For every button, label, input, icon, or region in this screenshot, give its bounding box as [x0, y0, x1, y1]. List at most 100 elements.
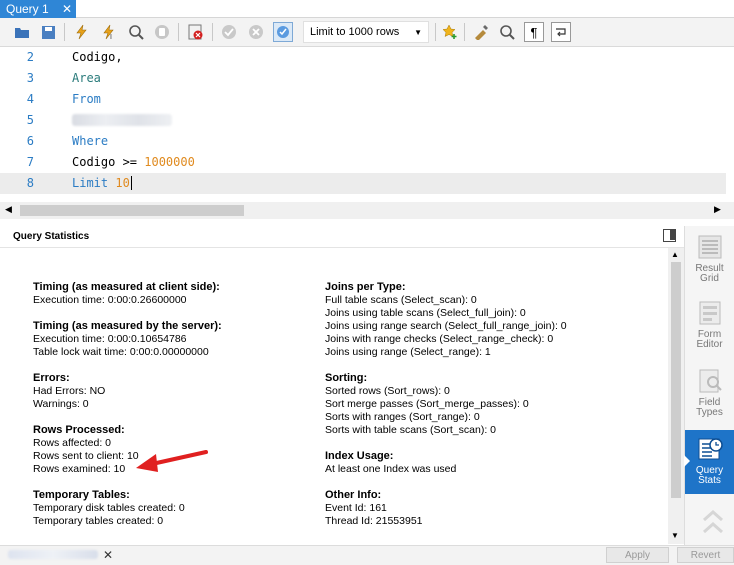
execute-current-icon[interactable]: I — [99, 22, 119, 42]
editor-line: 4 From — [0, 89, 726, 110]
stats-title: Query Statistics — [13, 231, 90, 242]
editor-line: 6 Where — [0, 131, 726, 152]
tab-close-icon[interactable]: ✕ — [62, 2, 72, 16]
stats-value: Sort merge passes (Sort_merge_passes): 0 — [325, 398, 529, 410]
bookmark-add-icon[interactable] — [440, 22, 460, 42]
scroll-left-icon[interactable]: ◀ — [5, 204, 12, 215]
stats-value: Warnings: 0 — [33, 398, 89, 410]
chevron-down-icon: ▼ — [414, 27, 422, 37]
toolbar: I Limit to 1000 rows ▼ ¶ — [0, 18, 734, 47]
stats-section-heading: Other Info: — [325, 489, 382, 501]
annotation-arrow — [136, 450, 208, 472]
chevron-scroll-icon[interactable] — [700, 508, 726, 538]
sidebar-item-field-types[interactable]: Field Types — [685, 362, 734, 426]
stats-section-heading: Sorting: — [325, 372, 368, 384]
stats-value: Thread Id: 21553951 — [325, 515, 423, 527]
code-text-redacted — [72, 110, 172, 131]
stats-header — [0, 226, 684, 248]
execute-icon[interactable] — [72, 22, 92, 42]
scroll-thumb[interactable] — [671, 262, 681, 498]
code-text: Limit 10 — [72, 173, 140, 194]
stats-section-heading: Temporary Tables: — [33, 489, 130, 501]
panel-maximize-icon[interactable] — [663, 229, 676, 242]
text-cursor — [130, 176, 140, 190]
stats-value: Execution time: 0:00:0.26600000 — [33, 294, 187, 306]
toolbar-separator — [464, 23, 465, 41]
stop-icon[interactable] — [152, 22, 172, 42]
stats-value: Rows examined: 10 — [33, 463, 126, 475]
stats-section-heading: Index Usage: — [325, 450, 394, 462]
sql-editor[interactable]: 2 Codigo, 3 Area 4 From 5 6 Where 7 Codi… — [0, 47, 734, 202]
stats-section-heading: Timing (as measured by the server): — [33, 320, 222, 332]
line-number: 4 — [26, 92, 34, 106]
form-editor-icon — [699, 301, 720, 325]
explain-icon[interactable] — [126, 22, 146, 42]
editor-horizontal-scrollbar[interactable]: ◀ ▶ — [0, 202, 734, 219]
sidebar-item-result-grid[interactable]: Result Grid — [685, 228, 734, 292]
stats-value: Sorts with table scans (Sort_scan): 0 — [325, 424, 496, 436]
code-text: Area — [72, 71, 101, 85]
limit-rows-select[interactable]: Limit to 1000 rows ▼ — [303, 21, 429, 43]
stats-value: Sorts with ranges (Sort_range): 0 — [325, 411, 480, 423]
revert-button[interactable]: Revert — [677, 547, 734, 563]
open-folder-icon[interactable] — [12, 22, 32, 42]
sidebar-item-query-stats[interactable]: Query Stats — [685, 430, 734, 494]
stats-value: Rows affected: 0 — [33, 437, 112, 449]
wrap-icon[interactable] — [551, 22, 571, 42]
stats-value: Sorted rows (Sort_rows): 0 — [325, 385, 450, 397]
find-icon[interactable] — [497, 22, 517, 42]
stats-value: At least one Index was used — [325, 463, 457, 475]
redacted-result-tab[interactable] — [8, 550, 98, 559]
toolbar-separator — [435, 23, 436, 41]
scroll-up-icon[interactable]: ▲ — [671, 250, 679, 259]
line-number: 5 — [26, 113, 34, 127]
editor-line: 5 — [0, 110, 726, 131]
scroll-down-icon[interactable]: ▼ — [671, 531, 679, 540]
apply-button[interactable]: Apply — [606, 547, 669, 563]
commit-icon[interactable] — [219, 22, 239, 42]
tab-strip — [0, 0, 734, 18]
stats-value: Temporary disk tables created: 0 — [33, 502, 185, 514]
stats-value: Joins with range checks (Select_range_ch… — [325, 333, 554, 345]
toolbar-separator — [212, 23, 213, 41]
code-text: Codigo >= 1000000 — [72, 155, 195, 169]
stats-value: Joins using range (Select_range): 1 — [325, 346, 491, 358]
stats-value: Table lock wait time: 0:00:0.00000000 — [33, 346, 209, 358]
save-icon[interactable] — [38, 22, 58, 42]
toolbar-separator — [64, 23, 65, 41]
line-number: 8 — [26, 176, 34, 190]
line-number: 3 — [26, 71, 34, 85]
stats-value: Joins using table scans (Select_full_joi… — [325, 307, 526, 319]
result-grid-icon — [698, 235, 721, 259]
stats-value: Temporary tables created: 0 — [33, 515, 164, 527]
field-types-icon — [699, 369, 722, 393]
sidebar-item-form-editor[interactable]: Form Editor — [685, 294, 734, 358]
scroll-right-icon[interactable]: ▶ — [714, 204, 721, 215]
toolbar-separator — [178, 23, 179, 41]
redacted-table-name — [72, 114, 172, 126]
stats-section-heading: Timing (as measured at client side): — [33, 281, 220, 293]
beautify-icon[interactable] — [471, 22, 491, 42]
invisible-chars-icon[interactable]: ¶ — [524, 22, 544, 42]
editor-line: 7 Codigo >= 1000000 — [0, 152, 726, 173]
toggle-error-icon[interactable] — [186, 22, 206, 42]
stats-section-heading: Errors: — [33, 372, 70, 384]
stats-section-heading: Rows Processed: — [33, 424, 125, 436]
stats-value: Event Id: 161 — [325, 502, 387, 514]
code-text: Codigo, — [72, 50, 123, 64]
editor-line: 3 Area — [0, 68, 726, 89]
rollback-icon[interactable] — [246, 22, 266, 42]
stats-section-heading: Joins per Type: — [325, 281, 406, 293]
stats-value: Rows sent to client: 10 — [33, 450, 139, 462]
stats-value: Joins using range search (Select_full_ra… — [325, 320, 567, 332]
stats-value: Execution time: 0:00:0.10654786 — [33, 333, 187, 345]
autocommit-icon[interactable] — [273, 22, 293, 42]
code-keyword: Where — [72, 134, 109, 148]
tab-query-1[interactable]: Query 1 ✕ — [0, 0, 76, 18]
query-stats-icon — [698, 438, 723, 460]
result-tab-close-icon[interactable]: ✕ — [103, 548, 113, 562]
editor-line-current: 8 Limit 10 — [0, 173, 726, 194]
scroll-thumb[interactable] — [20, 205, 244, 216]
tab-label: Query 1 — [6, 2, 49, 16]
code-keyword: From — [72, 92, 101, 106]
